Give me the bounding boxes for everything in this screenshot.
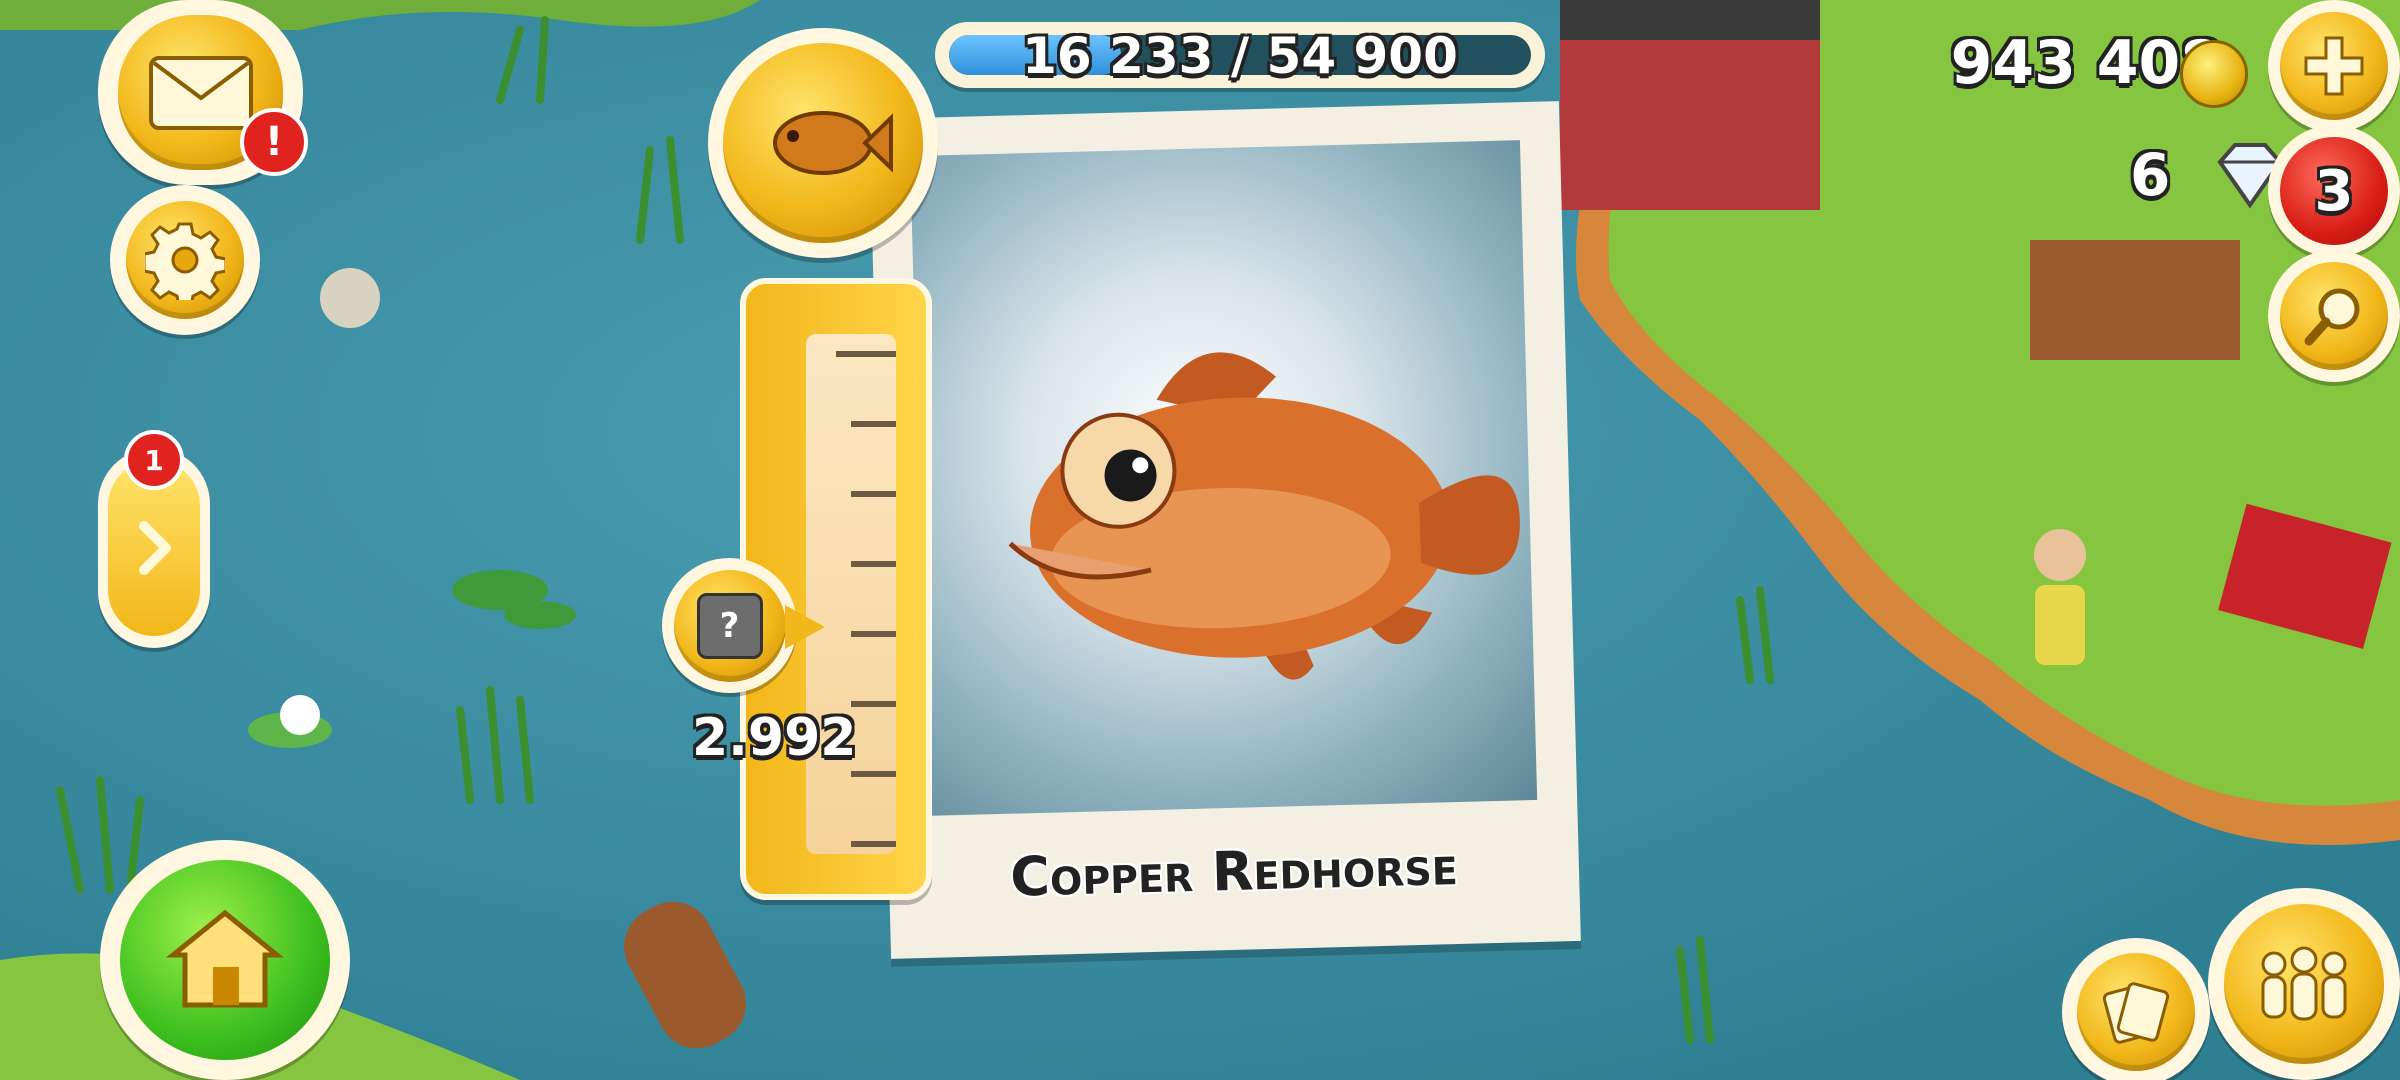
- weight-unknown-symbol: ?: [719, 605, 740, 646]
- settings-button[interactable]: [110, 185, 260, 335]
- search-button[interactable]: [2268, 250, 2400, 382]
- fish-weight: 2.992: [692, 708, 857, 768]
- menu-badge: 1: [124, 430, 184, 490]
- mail-alert-text: !: [264, 119, 284, 165]
- add-currency-button[interactable]: [2268, 0, 2400, 132]
- cards-button[interactable]: [2062, 938, 2210, 1080]
- notifications-count: 3: [2314, 158, 2354, 224]
- gear-icon: [126, 201, 244, 319]
- home-icon: [120, 860, 330, 1060]
- fish-medal: [708, 28, 938, 258]
- home-button[interactable]: [100, 840, 350, 1080]
- friends-button[interactable]: [2208, 888, 2400, 1080]
- friends-icon: [2224, 904, 2384, 1064]
- fish-name: Copper Redhorse: [1009, 834, 1459, 909]
- coin-icon: [2180, 40, 2248, 108]
- mail-alert-badge: !: [240, 108, 308, 176]
- cards-icon: [2077, 953, 2195, 1071]
- magnifier-icon: [2280, 262, 2388, 370]
- fish-photo-card[interactable]: Copper Redhorse: [869, 101, 1581, 959]
- duck[interactable]: [320, 268, 380, 328]
- gauge-scale: [806, 334, 896, 854]
- fish-icon: [723, 43, 923, 243]
- weight-icon: ?: [673, 569, 786, 682]
- xp-progress-text: 16 233 / 54 900: [1022, 27, 1458, 85]
- game-scene: 16 233 / 54 900 943 408 6 3 ! 1 Copper R…: [0, 0, 2400, 1080]
- fish-illustration: [1008, 352, 1520, 680]
- menu-badge-count: 1: [144, 443, 164, 477]
- xp-bar[interactable]: 16 233 / 54 900: [935, 22, 1545, 88]
- plus-icon: [2280, 12, 2388, 120]
- notifications-button[interactable]: 3: [2268, 125, 2400, 257]
- diamond-count: 6: [2130, 141, 2171, 209]
- weight-pointer: [785, 605, 825, 649]
- fish-photo: [910, 140, 1538, 816]
- weight-indicator: ?: [662, 558, 797, 693]
